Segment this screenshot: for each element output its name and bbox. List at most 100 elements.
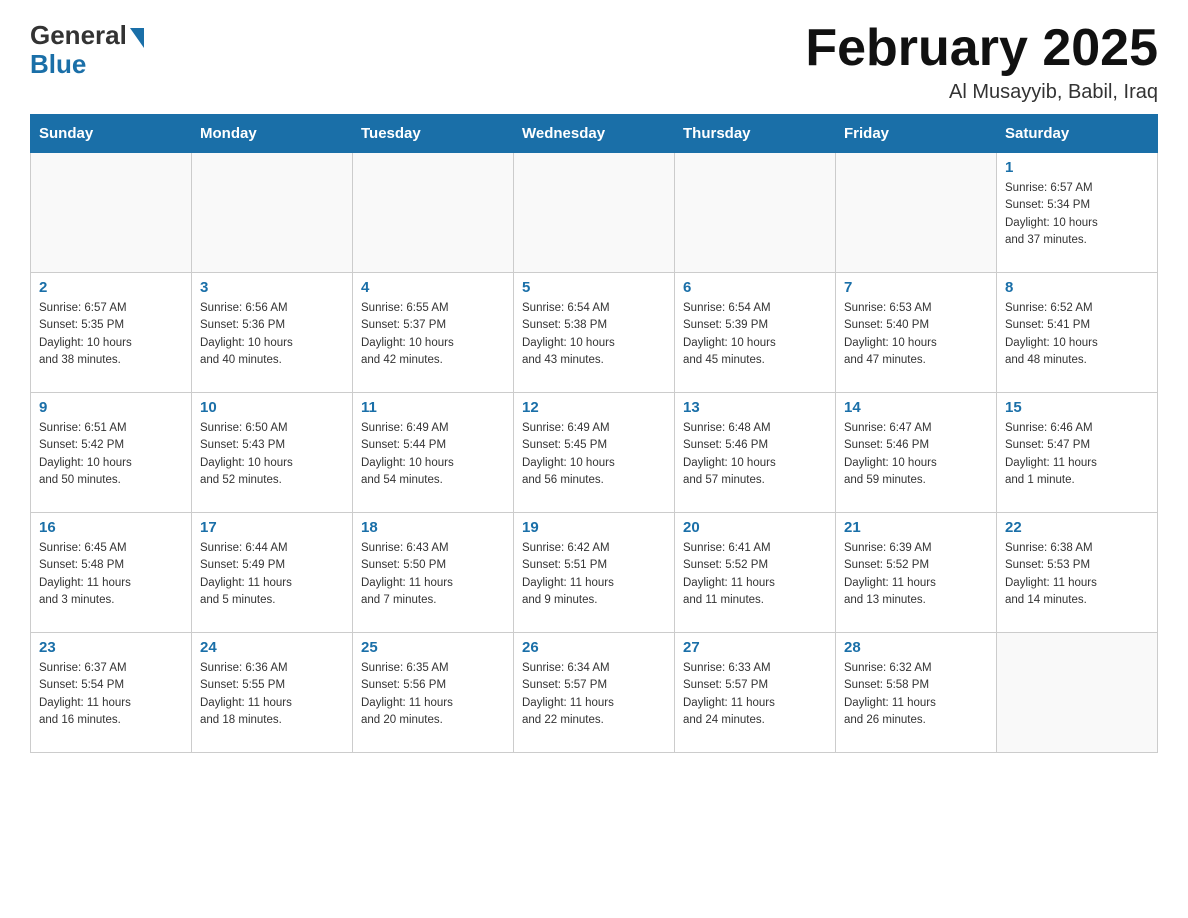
location-subtitle: Al Musayyib, Babil, Iraq: [805, 81, 1158, 104]
day-info: Sunrise: 6:47 AMSunset: 5:46 PMDaylight:…: [844, 420, 988, 489]
day-number: 11: [361, 399, 505, 416]
day-info: Sunrise: 6:57 AMSunset: 5:35 PMDaylight:…: [39, 300, 183, 369]
calendar-cell: 8Sunrise: 6:52 AMSunset: 5:41 PMDaylight…: [997, 273, 1158, 393]
calendar-table: SundayMondayTuesdayWednesdayThursdayFrid…: [30, 114, 1158, 753]
day-info: Sunrise: 6:50 AMSunset: 5:43 PMDaylight:…: [200, 420, 344, 489]
calendar-cell: 7 Sunrise: 6:53 AMSunset: 5:40 PMDaylight…: [836, 273, 997, 393]
weekday-header-tuesday: Tuesday: [353, 115, 514, 153]
day-number: 4: [361, 279, 505, 296]
day-info: Sunrise: 6:48 AMSunset: 5:46 PMDaylight:…: [683, 420, 827, 489]
calendar-cell: 11 Sunrise: 6:49 AMSunset: 5:44 PMDayligh…: [353, 393, 514, 513]
day-info: Sunrise: 6:38 AMSunset: 5:53 PMDaylight:…: [1005, 540, 1149, 609]
calendar-cell: [514, 153, 675, 273]
calendar-header: SundayMondayTuesdayWednesdayThursdayFrid…: [31, 115, 1158, 153]
day-number: 6: [683, 279, 827, 296]
day-info: Sunrise: 6:45 AMSunset: 5:48 PMDaylight:…: [39, 540, 183, 609]
day-info: Sunrise: 6:33 AMSunset: 5:57 PMDaylight:…: [683, 660, 827, 729]
calendar-cell: 5 Sunrise: 6:54 AMSunset: 5:38 PMDaylight…: [514, 273, 675, 393]
day-number: 14: [844, 399, 988, 416]
calendar-cell: 20 Sunrise: 6:41 AMSunset: 5:52 PMDayligh…: [675, 513, 836, 633]
day-number: 10: [200, 399, 344, 416]
weekday-header-row: SundayMondayTuesdayWednesdayThursdayFrid…: [31, 115, 1158, 153]
logo-general-text: General: [30, 20, 127, 51]
day-info: Sunrise: 6:42 AMSunset: 5:51 PMDaylight:…: [522, 540, 666, 609]
calendar-cell: [836, 153, 997, 273]
day-number: 13: [683, 399, 827, 416]
weekday-header-saturday: Saturday: [997, 115, 1158, 153]
calendar-cell: 4 Sunrise: 6:55 AMSunset: 5:37 PMDaylight…: [353, 273, 514, 393]
calendar-cell: [675, 153, 836, 273]
calendar-cell: 17Sunrise: 6:44 AMSunset: 5:49 PMDayligh…: [192, 513, 353, 633]
day-number: 21: [844, 519, 988, 536]
day-info: Sunrise: 6:37 AMSunset: 5:54 PMDaylight:…: [39, 660, 183, 729]
calendar-cell: [997, 633, 1158, 753]
day-info: Sunrise: 6:35 AMSunset: 5:56 PMDaylight:…: [361, 660, 505, 729]
calendar-cell: 14 Sunrise: 6:47 AMSunset: 5:46 PMDayligh…: [836, 393, 997, 513]
calendar-cell: 9Sunrise: 6:51 AMSunset: 5:42 PMDaylight…: [31, 393, 192, 513]
calendar-cell: 13 Sunrise: 6:48 AMSunset: 5:46 PMDayligh…: [675, 393, 836, 513]
calendar-cell: 2 Sunrise: 6:57 AMSunset: 5:35 PMDaylight…: [31, 273, 192, 393]
day-number: 27: [683, 639, 827, 656]
day-number: 23: [39, 639, 183, 656]
calendar-cell: 28 Sunrise: 6:32 AMSunset: 5:58 PMDayligh…: [836, 633, 997, 753]
calendar-cell: 15 Sunrise: 6:46 AMSunset: 5:47 PMDayligh…: [997, 393, 1158, 513]
calendar-cell: 12 Sunrise: 6:49 AMSunset: 5:45 PMDayligh…: [514, 393, 675, 513]
weekday-header-friday: Friday: [836, 115, 997, 153]
day-number: 9: [39, 399, 183, 416]
weekday-header-thursday: Thursday: [675, 115, 836, 153]
calendar-cell: 16 Sunrise: 6:45 AMSunset: 5:48 PMDayligh…: [31, 513, 192, 633]
calendar-cell: 26Sunrise: 6:34 AMSunset: 5:57 PMDayligh…: [514, 633, 675, 753]
day-info: Sunrise: 6:39 AMSunset: 5:52 PMDaylight:…: [844, 540, 988, 609]
day-info: Sunrise: 6:53 AMSunset: 5:40 PMDaylight:…: [844, 300, 988, 369]
calendar-cell: 1Sunrise: 6:57 AMSunset: 5:34 PMDaylight…: [997, 153, 1158, 273]
day-info: Sunrise: 6:36 AMSunset: 5:55 PMDaylight:…: [200, 660, 344, 729]
calendar-cell: [31, 153, 192, 273]
calendar-cell: 23 Sunrise: 6:37 AMSunset: 5:54 PMDayligh…: [31, 633, 192, 753]
day-number: 7: [844, 279, 988, 296]
day-number: 5: [522, 279, 666, 296]
day-info: Sunrise: 6:49 AMSunset: 5:44 PMDaylight:…: [361, 420, 505, 489]
calendar-cell: [353, 153, 514, 273]
day-number: 3: [200, 279, 344, 296]
calendar-cell: 27 Sunrise: 6:33 AMSunset: 5:57 PMDayligh…: [675, 633, 836, 753]
day-info: Sunrise: 6:55 AMSunset: 5:37 PMDaylight:…: [361, 300, 505, 369]
title-section: February 2025 Al Musayyib, Babil, Iraq: [805, 20, 1158, 104]
logo: General Blue: [30, 20, 144, 80]
day-number: 20: [683, 519, 827, 536]
calendar-cell: 10 Sunrise: 6:50 AMSunset: 5:43 PMDayligh…: [192, 393, 353, 513]
day-number: 15: [1005, 399, 1149, 416]
day-number: 12: [522, 399, 666, 416]
calendar-week-row: 9Sunrise: 6:51 AMSunset: 5:42 PMDaylight…: [31, 393, 1158, 513]
calendar-week-row: 16 Sunrise: 6:45 AMSunset: 5:48 PMDayligh…: [31, 513, 1158, 633]
calendar-cell: [192, 153, 353, 273]
month-title: February 2025: [805, 20, 1158, 77]
calendar-cell: 24 Sunrise: 6:36 AMSunset: 5:55 PMDayligh…: [192, 633, 353, 753]
logo-arrow-icon: [130, 28, 144, 48]
day-info: Sunrise: 6:49 AMSunset: 5:45 PMDaylight:…: [522, 420, 666, 489]
day-number: 8: [1005, 279, 1149, 296]
day-number: 1: [1005, 159, 1149, 176]
day-info: Sunrise: 6:44 AMSunset: 5:49 PMDaylight:…: [200, 540, 344, 609]
day-number: 2: [39, 279, 183, 296]
day-number: 24: [200, 639, 344, 656]
day-info: Sunrise: 6:32 AMSunset: 5:58 PMDaylight:…: [844, 660, 988, 729]
logo-blue-text: Blue: [30, 49, 86, 80]
calendar-cell: 3Sunrise: 6:56 AMSunset: 5:36 PMDaylight…: [192, 273, 353, 393]
weekday-header-monday: Monday: [192, 115, 353, 153]
calendar-week-row: 2 Sunrise: 6:57 AMSunset: 5:35 PMDaylight…: [31, 273, 1158, 393]
day-info: Sunrise: 6:54 AMSunset: 5:38 PMDaylight:…: [522, 300, 666, 369]
calendar-cell: 19 Sunrise: 6:42 AMSunset: 5:51 PMDayligh…: [514, 513, 675, 633]
day-info: Sunrise: 6:46 AMSunset: 5:47 PMDaylight:…: [1005, 420, 1149, 489]
calendar-cell: 21 Sunrise: 6:39 AMSunset: 5:52 PMDayligh…: [836, 513, 997, 633]
calendar-week-row: 1Sunrise: 6:57 AMSunset: 5:34 PMDaylight…: [31, 153, 1158, 273]
day-number: 28: [844, 639, 988, 656]
day-info: Sunrise: 6:41 AMSunset: 5:52 PMDaylight:…: [683, 540, 827, 609]
day-number: 19: [522, 519, 666, 536]
day-info: Sunrise: 6:54 AMSunset: 5:39 PMDaylight:…: [683, 300, 827, 369]
day-number: 16: [39, 519, 183, 536]
weekday-header-sunday: Sunday: [31, 115, 192, 153]
weekday-header-wednesday: Wednesday: [514, 115, 675, 153]
calendar-week-row: 23 Sunrise: 6:37 AMSunset: 5:54 PMDayligh…: [31, 633, 1158, 753]
day-info: Sunrise: 6:34 AMSunset: 5:57 PMDaylight:…: [522, 660, 666, 729]
calendar-body: 1Sunrise: 6:57 AMSunset: 5:34 PMDaylight…: [31, 153, 1158, 753]
